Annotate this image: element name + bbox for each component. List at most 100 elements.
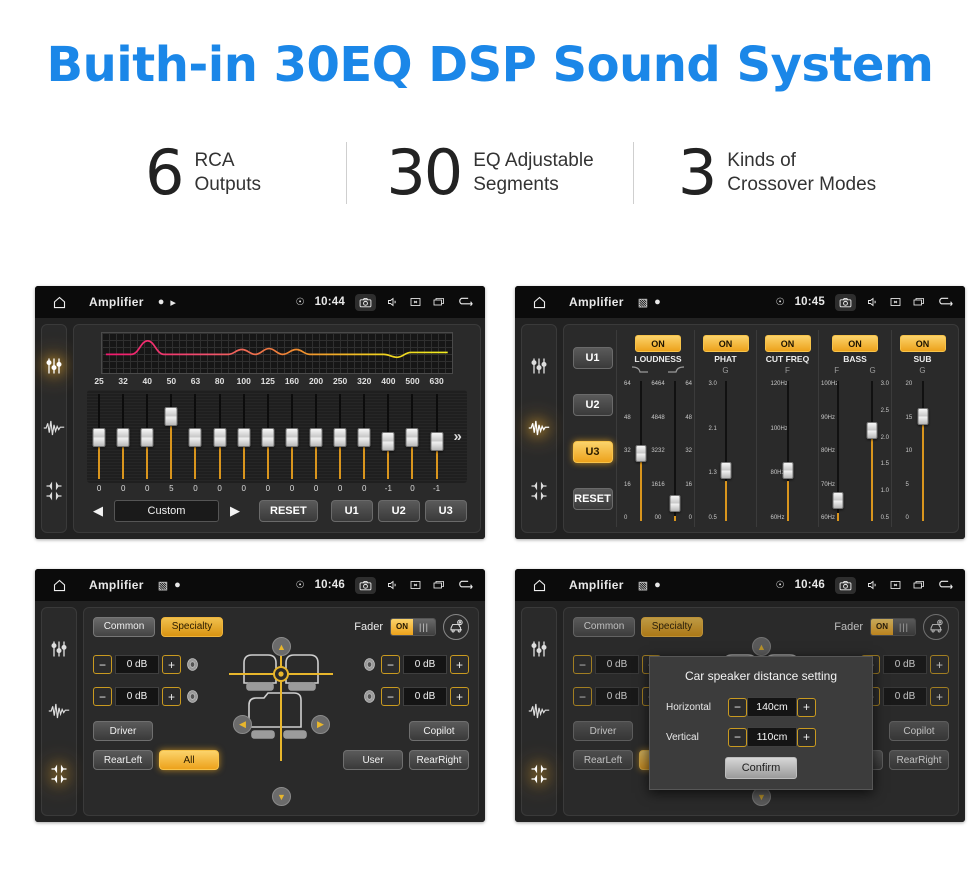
minus-button[interactable]: − bbox=[381, 655, 400, 674]
slider-knob[interactable] bbox=[357, 427, 371, 447]
seat-button-driver[interactable]: Driver bbox=[93, 721, 153, 741]
minus-button[interactable]: − bbox=[381, 687, 400, 706]
dsp-slider[interactable]: 120Hz 100Hz 80Hz 60Hz bbox=[771, 378, 805, 524]
plus-button[interactable]: + bbox=[450, 655, 469, 674]
dsp-slider[interactable]: 64 48 32 16 0 64 48 32 16 0 bbox=[624, 378, 658, 524]
windows-icon[interactable] bbox=[912, 579, 926, 591]
equalizer-icon[interactable] bbox=[527, 637, 551, 661]
seat-button-rearright[interactable]: RearRight bbox=[409, 750, 469, 770]
car-gear-icon[interactable] bbox=[443, 613, 469, 640]
slider-knob[interactable] bbox=[333, 427, 347, 447]
down-arrow-icon[interactable]: ▼ bbox=[272, 787, 291, 806]
slider-knob[interactable] bbox=[261, 427, 275, 447]
seat-button-user[interactable]: User bbox=[343, 750, 403, 770]
home-icon[interactable] bbox=[527, 578, 551, 593]
reset-button[interactable]: RESET bbox=[259, 500, 318, 522]
minus-button[interactable]: − bbox=[93, 655, 112, 674]
eq-slider[interactable] bbox=[183, 390, 207, 483]
dsp-slider[interactable]: 64 48 32 16 0 64 48 32 16 0 bbox=[658, 378, 692, 524]
toggle-on-button[interactable]: ON bbox=[702, 335, 749, 352]
camera-icon[interactable] bbox=[355, 293, 376, 311]
fader-toggle[interactable]: ON ||| bbox=[390, 617, 436, 636]
plus-button[interactable]: + bbox=[162, 687, 181, 706]
preset-u1-button[interactable]: U1 bbox=[330, 500, 373, 522]
more-chevron-icon[interactable]: » bbox=[449, 390, 467, 483]
minus-button[interactable]: − bbox=[573, 687, 592, 706]
slider-knob[interactable] bbox=[381, 431, 395, 451]
seat-button-driver[interactable]: Driver bbox=[573, 721, 633, 741]
volume-icon[interactable] bbox=[866, 296, 879, 308]
eq-slider[interactable] bbox=[352, 390, 376, 483]
close-box-icon[interactable] bbox=[409, 579, 422, 591]
preset-next-button[interactable]: ▶ bbox=[224, 503, 246, 519]
minus-button[interactable]: − bbox=[573, 655, 592, 674]
preset-u2-button[interactable]: U2 bbox=[572, 393, 613, 416]
back-arrow-icon[interactable] bbox=[936, 579, 953, 591]
eq-slider[interactable] bbox=[425, 390, 449, 483]
slider-knob[interactable] bbox=[285, 427, 299, 447]
eq-slider[interactable] bbox=[256, 390, 280, 483]
slider-knob[interactable] bbox=[309, 427, 323, 447]
slider-knob[interactable] bbox=[213, 427, 227, 447]
toggle-on-button[interactable]: ON bbox=[899, 335, 946, 352]
slider-knob[interactable] bbox=[832, 492, 844, 510]
volume-icon[interactable] bbox=[386, 579, 399, 591]
minus-button[interactable]: − bbox=[728, 727, 747, 747]
preset-u1-button[interactable]: U1 bbox=[572, 346, 613, 369]
right-arrow-icon[interactable]: ▶ bbox=[311, 715, 330, 734]
seat-button-rearleft[interactable]: RearLeft bbox=[573, 750, 633, 770]
volume-icon[interactable] bbox=[386, 296, 399, 308]
equalizer-icon[interactable] bbox=[527, 354, 551, 378]
seat-button-all[interactable]: All bbox=[159, 750, 219, 770]
home-icon[interactable] bbox=[47, 295, 71, 310]
balance-icon[interactable] bbox=[527, 479, 551, 503]
back-arrow-icon[interactable] bbox=[456, 579, 473, 591]
slider-knob[interactable] bbox=[237, 427, 251, 447]
toggle-on-button[interactable]: ON bbox=[635, 335, 681, 352]
eq-slider[interactable] bbox=[87, 390, 111, 483]
preset-u3-button[interactable]: U3 bbox=[572, 441, 613, 464]
slider-knob[interactable] bbox=[635, 444, 647, 462]
slider-knob[interactable] bbox=[720, 462, 731, 480]
slider-knob[interactable] bbox=[188, 427, 202, 447]
slider-knob[interactable] bbox=[782, 462, 793, 480]
seat-button-copilot[interactable]: Copilot bbox=[889, 721, 949, 741]
toggle-on-button[interactable]: ON bbox=[764, 335, 811, 352]
slider-knob[interactable] bbox=[917, 408, 928, 426]
eq-slider[interactable] bbox=[376, 390, 400, 483]
toggle-on-button[interactable]: ON bbox=[832, 335, 878, 352]
slider-knob[interactable] bbox=[405, 427, 419, 447]
up-arrow-icon[interactable]: ▲ bbox=[752, 637, 771, 656]
plus-button[interactable]: + bbox=[450, 687, 469, 706]
windows-icon[interactable] bbox=[432, 579, 446, 591]
equalizer-icon[interactable] bbox=[42, 354, 66, 378]
preset-prev-button[interactable]: ◀ bbox=[87, 503, 109, 519]
plus-button[interactable]: + bbox=[797, 727, 816, 747]
waveform-icon[interactable] bbox=[47, 699, 71, 723]
plus-button[interactable]: + bbox=[930, 687, 949, 706]
slider-knob[interactable] bbox=[430, 431, 444, 451]
seat-button-rearright[interactable]: RearRight bbox=[889, 750, 949, 770]
minus-button[interactable]: − bbox=[728, 697, 747, 717]
eq-slider[interactable] bbox=[135, 390, 159, 483]
balance-icon[interactable] bbox=[42, 479, 66, 503]
tab-specialty[interactable]: Specialty bbox=[161, 616, 223, 637]
eq-slider[interactable] bbox=[280, 390, 304, 483]
eq-slider[interactable] bbox=[159, 390, 183, 483]
preset-display[interactable]: Custom bbox=[114, 500, 219, 522]
camera-icon[interactable] bbox=[355, 576, 376, 594]
balance-icon[interactable] bbox=[47, 762, 71, 786]
minus-button[interactable]: − bbox=[93, 687, 112, 706]
eq-slider[interactable] bbox=[111, 390, 135, 483]
home-icon[interactable] bbox=[527, 295, 551, 310]
camera-icon[interactable] bbox=[835, 576, 856, 594]
preset-u3-button[interactable]: U3 bbox=[424, 500, 467, 522]
eq-slider-bank[interactable]: » bbox=[87, 390, 467, 483]
eq-slider[interactable] bbox=[400, 390, 424, 483]
eq-slider[interactable] bbox=[304, 390, 328, 483]
back-arrow-icon[interactable] bbox=[456, 296, 473, 308]
fader-toggle[interactable]: ON ||| bbox=[870, 617, 916, 636]
left-arrow-icon[interactable]: ◀ bbox=[233, 715, 252, 734]
home-icon[interactable] bbox=[47, 578, 71, 593]
dsp-slider[interactable]: 20 15 10 5 0 bbox=[906, 378, 940, 524]
